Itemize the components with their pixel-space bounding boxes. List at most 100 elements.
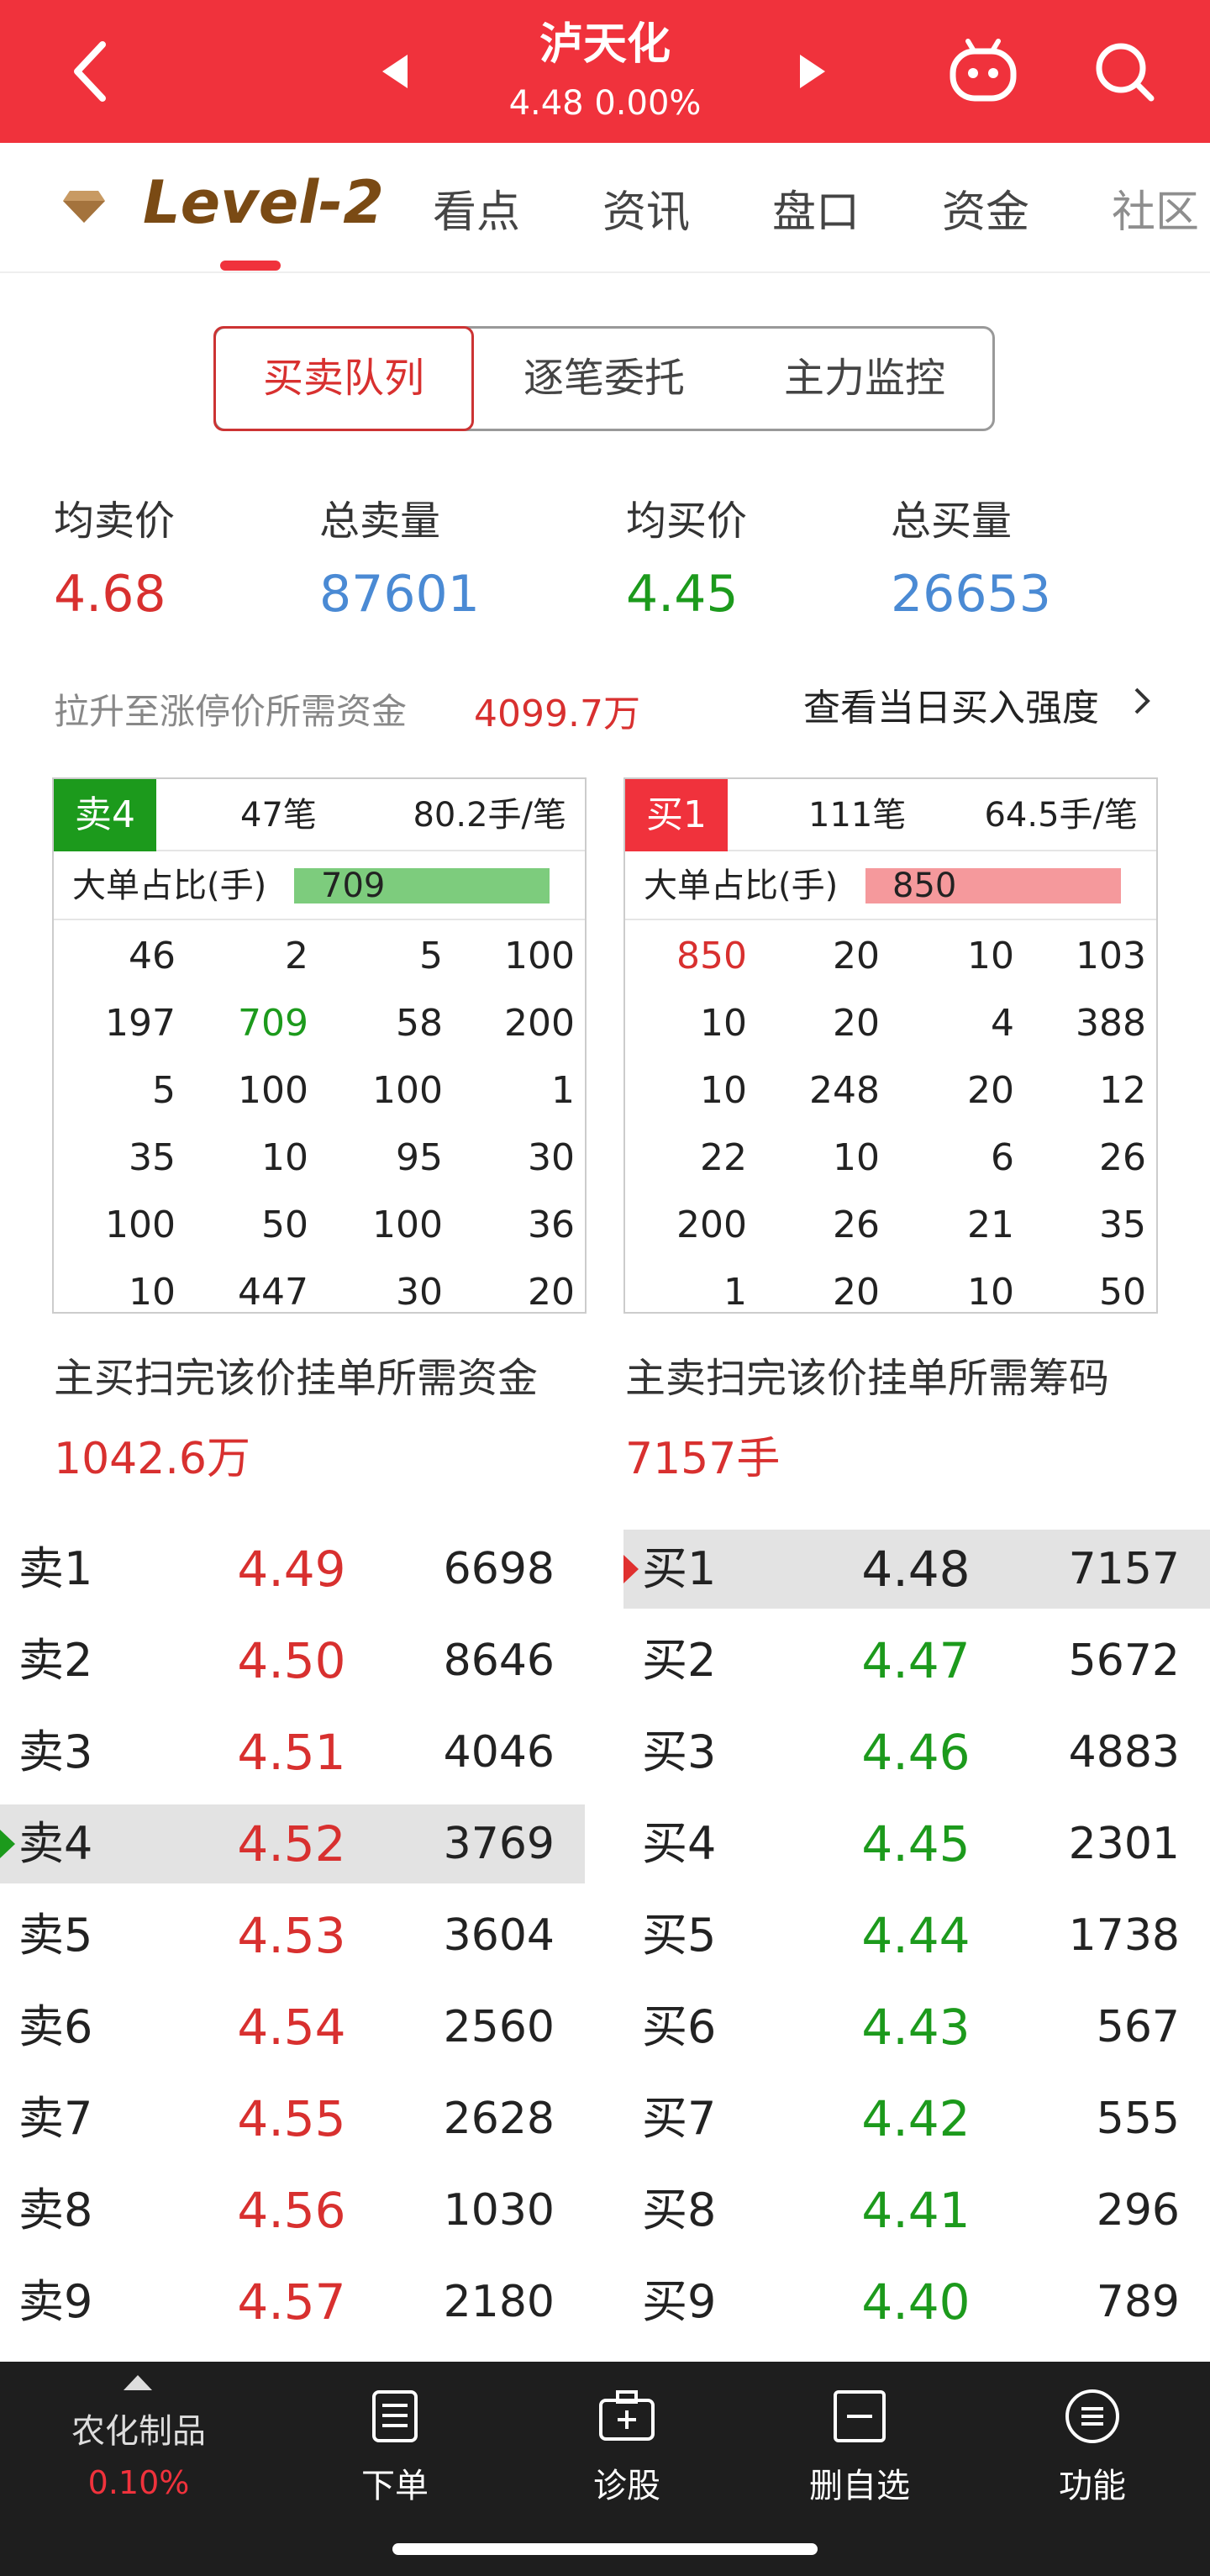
robot-assistant-icon[interactable] [948, 38, 1018, 105]
tab-order-book[interactable]: 盘口 [772, 176, 860, 240]
sell-level-row[interactable]: 卖6 4.54 2560 [0, 1988, 585, 2067]
queue-cell: 5 [152, 1069, 176, 1112]
buy-level-row[interactable]: 买3 4.46 4883 [623, 1713, 1210, 1792]
level-price: 4.53 [237, 1907, 346, 1964]
queue-cell: 30 [396, 1271, 443, 1314]
next-stock-icon[interactable] [800, 55, 825, 88]
queue-cell: 36 [528, 1204, 575, 1246]
home-indicator[interactable] [392, 2543, 818, 2555]
level-price: 4.54 [237, 1999, 346, 2056]
queue-cell: 1 [551, 1069, 575, 1112]
level-volume: 4883 [1068, 1727, 1180, 1778]
queue-cell: 50 [1099, 1271, 1146, 1314]
level-price: 4.57 [237, 2273, 346, 2331]
footer-label: 诊股 [593, 2467, 660, 2505]
queue-cell: 21 [967, 1204, 1014, 1246]
total-sell-label: 总卖量 [319, 498, 441, 545]
buy-order-count: 111笔 [808, 796, 907, 835]
level-name: 卖8 [18, 2184, 93, 2236]
tab-funds[interactable]: 资金 [942, 176, 1029, 240]
sell-level-row[interactable]: 卖1 4.49 6698 [0, 1530, 585, 1609]
queue-cell: 10 [967, 935, 1014, 977]
queue-cell: 10 [833, 1136, 880, 1179]
tab-level2[interactable]: Level-2 [143, 168, 384, 237]
diamond-icon [63, 191, 105, 223]
buy-level-row[interactable]: 买2 4.47 5672 [623, 1621, 1210, 1700]
queue-cell: 10 [129, 1271, 176, 1314]
buy-level-row[interactable]: 买9 4.40 789 [623, 2263, 1210, 2342]
level-price: 4.55 [237, 2090, 346, 2147]
sell-level-row[interactable]: 卖2 4.50 8646 [0, 1621, 585, 1700]
buy-level-row[interactable]: 买4 4.45 2301 [623, 1804, 1210, 1883]
tab-community[interactable]: 社区 [1112, 176, 1199, 240]
stock-price-change: 4.48 0.00% [508, 84, 702, 123]
queue-cell: 248 [809, 1069, 880, 1112]
tab-news[interactable]: 资讯 [602, 176, 690, 240]
queue-cell: 26 [1099, 1136, 1146, 1179]
buy-strength-link[interactable]: 查看当日买入强度 [803, 677, 1099, 731]
prev-stock-icon[interactable] [382, 55, 408, 88]
queue-cell: 100 [504, 935, 575, 977]
queue-cell: 20 [833, 1002, 880, 1045]
sell-level-row[interactable]: 卖8 4.56 1030 [0, 2171, 585, 2250]
queue-cell: 100 [372, 1204, 443, 1246]
limit-up-label: 拉升至涨停价所需资金 [54, 691, 408, 732]
footer-label: 删自选 [809, 2467, 910, 2505]
level-volume: 8646 [443, 1636, 555, 1686]
segment-main-monitor[interactable]: 主力监控 [734, 329, 995, 429]
level-volume: 567 [1096, 2002, 1180, 2052]
queue-cell: 26 [833, 1204, 880, 1246]
sell-level-row[interactable]: 卖5 4.53 3604 [0, 1896, 585, 1975]
selected-marker-icon [623, 1555, 639, 1583]
queue-cell: 58 [396, 1002, 443, 1045]
sell-ratio-value: 709 [321, 867, 386, 905]
sell-level-row-selected[interactable]: 卖4 4.52 3769 [0, 1804, 585, 1883]
queue-cell: 100 [238, 1069, 308, 1112]
queue-cell: 95 [396, 1136, 443, 1179]
level-name: 买7 [642, 2092, 717, 2145]
queue-cell: 200 [676, 1204, 747, 1246]
sell-level-badge: 卖4 [54, 779, 156, 851]
buy-level-row[interactable]: 买8 4.41 296 [623, 2171, 1210, 2250]
level-price: 4.44 [861, 1907, 971, 1964]
queue-cell: 10 [700, 1069, 747, 1112]
sell-ratio-label: 大单占比(手) [72, 867, 267, 905]
buy-level-row[interactable]: 买5 4.44 1738 [623, 1896, 1210, 1975]
queue-cell: 10 [700, 1002, 747, 1045]
queue-cell: 20 [528, 1271, 575, 1314]
level-volume: 6698 [443, 1544, 555, 1594]
sell-level-row[interactable]: 卖7 4.55 2628 [0, 2079, 585, 2158]
avg-buy-label: 均买价 [626, 498, 748, 545]
queue-cell: 100 [372, 1069, 443, 1112]
queue-cell: 30 [528, 1136, 575, 1179]
sell-ratio-bar: 709 [294, 868, 571, 903]
buy-ratio-value: 850 [892, 867, 957, 905]
search-icon[interactable] [1091, 38, 1158, 105]
sell-large-order-ratio: 大单占比(手) 709 [54, 851, 585, 920]
sell-level-row[interactable]: 卖3 4.51 4046 [0, 1713, 585, 1792]
queue-cell: 447 [238, 1271, 308, 1314]
level-volume: 3769 [443, 1819, 555, 1869]
level-name: 买1 [642, 1542, 717, 1595]
level-price: 4.42 [861, 2090, 971, 2147]
queue-cell: 50 [261, 1204, 308, 1246]
buy-level-badge: 买1 [625, 779, 728, 851]
chevron-right-icon[interactable] [1131, 686, 1151, 716]
buy-level-row[interactable]: 买7 4.42 555 [623, 2079, 1210, 2158]
queue-cell: 103 [1076, 935, 1146, 977]
queue-cell: 20 [967, 1069, 1014, 1112]
level-price: 4.40 [861, 2273, 971, 2331]
sell-level-row[interactable]: 卖9 4.57 2180 [0, 2263, 585, 2342]
stock-name: 泸天化 [539, 19, 671, 70]
sell-avg-per-order: 80.2手/笔 [413, 796, 566, 835]
buy-level-row[interactable]: 买6 4.43 567 [623, 1988, 1210, 2067]
queue-cell: 197 [105, 1002, 176, 1045]
total-sell-value: 87601 [319, 565, 480, 624]
level-volume: 2628 [443, 2094, 555, 2144]
segment-tick-orders[interactable]: 逐笔委托 [474, 329, 734, 429]
buy-level-row-selected[interactable]: 买1 4.48 7157 [623, 1530, 1210, 1609]
tab-highlights[interactable]: 看点 [433, 176, 520, 240]
level-price: 4.52 [237, 1815, 346, 1873]
queue-cell: 6 [991, 1136, 1014, 1179]
segment-buy-sell-queue[interactable]: 买卖队列 [213, 326, 474, 431]
